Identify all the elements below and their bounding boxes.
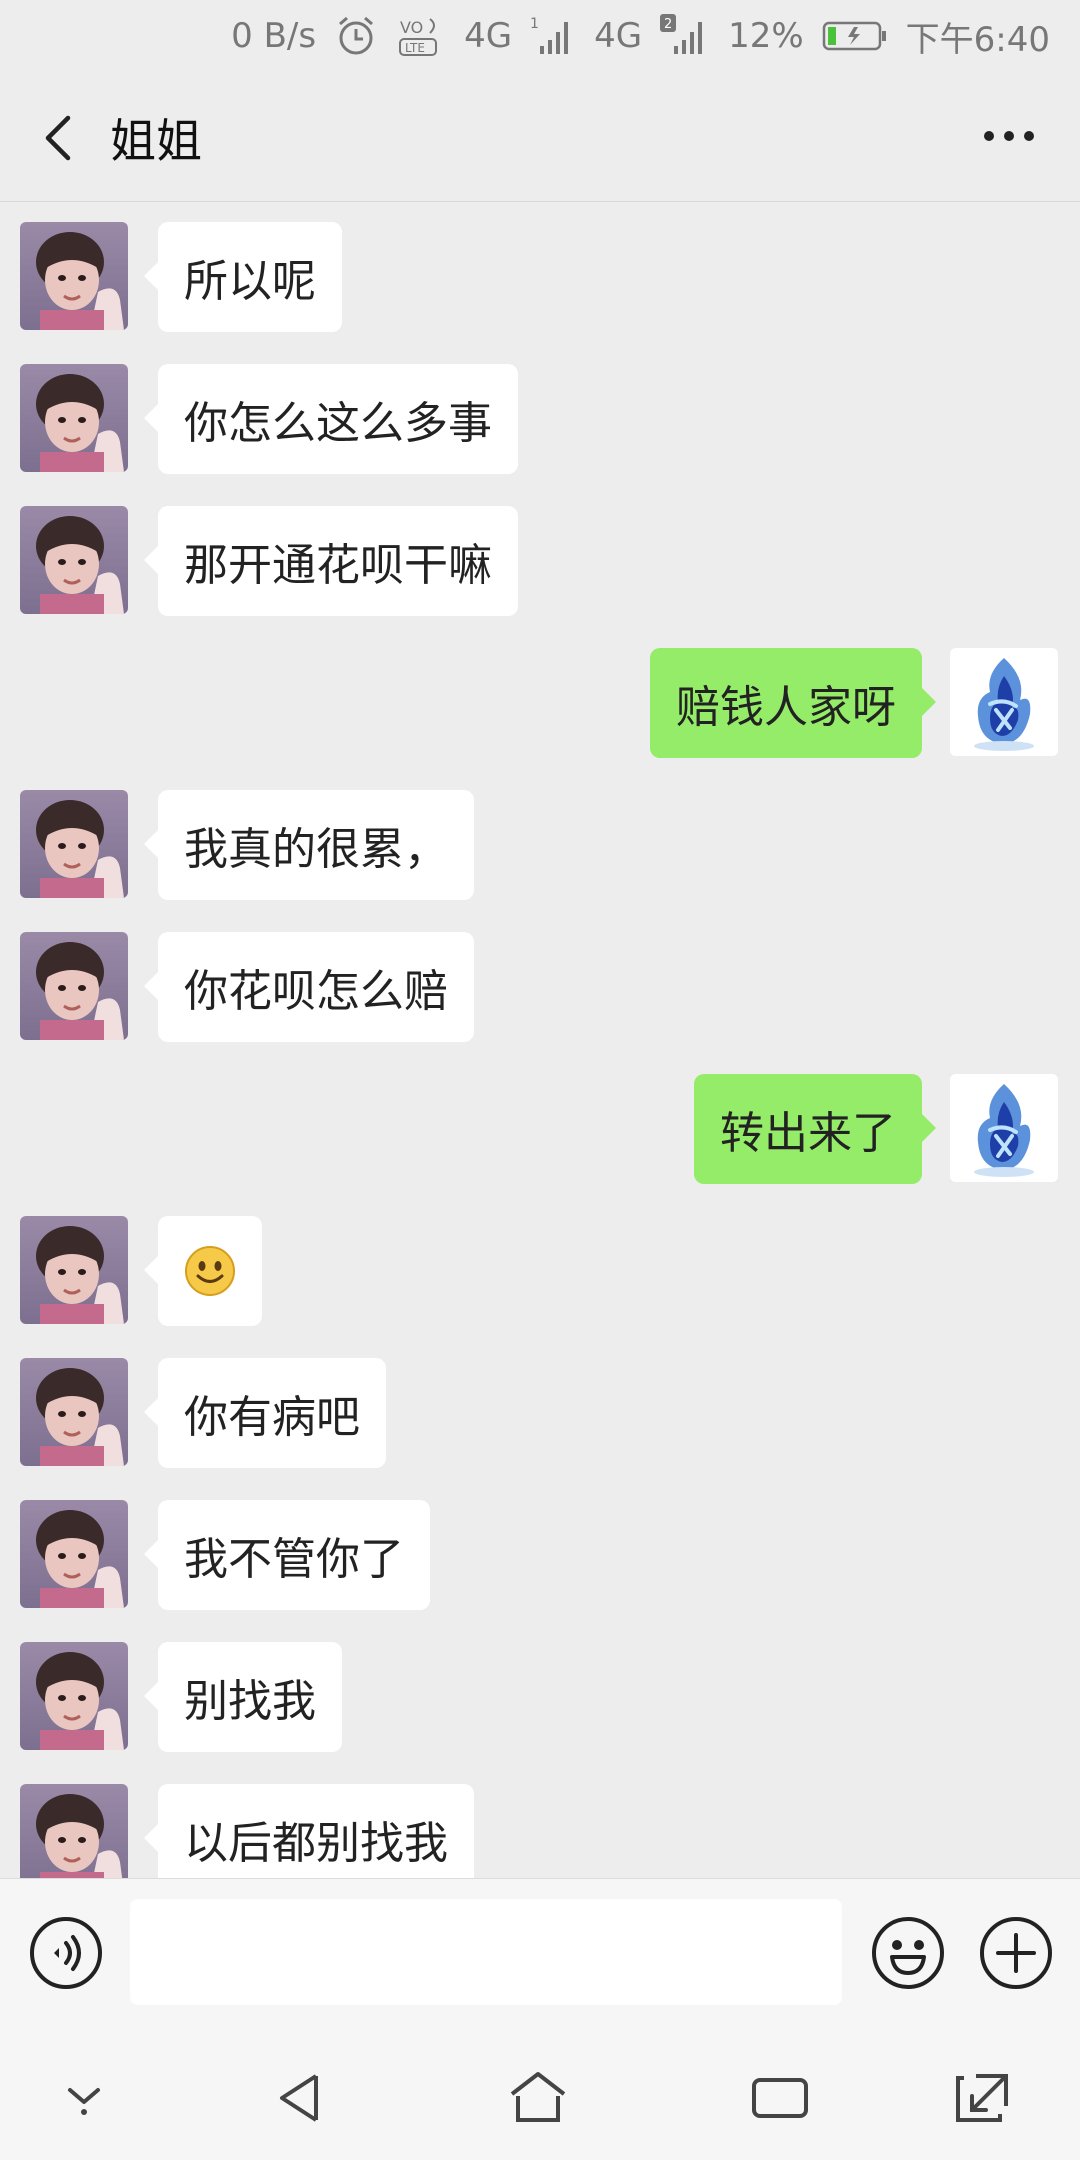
- message-text: 赔钱人家呀: [676, 682, 896, 733]
- incoming-message-bubble[interactable]: 所以呢: [144, 222, 342, 332]
- message-text: 你怎么这么多事: [184, 398, 492, 449]
- contact-avatar[interactable]: [20, 1216, 128, 1324]
- contact-avatar[interactable]: [20, 506, 128, 614]
- message-row-left: 那开通花呗干嘛: [0, 506, 1080, 616]
- contact-avatar[interactable]: [20, 222, 128, 330]
- net-speed: 0 B/s: [231, 16, 317, 56]
- contact-avatar[interactable]: [20, 1500, 128, 1608]
- incoming-message-bubble[interactable]: 我不管你了: [144, 1500, 430, 1610]
- incoming-message-bubble[interactable]: [144, 1216, 262, 1326]
- home-icon[interactable]: [506, 2068, 570, 2128]
- back-triangle-icon[interactable]: [270, 2068, 334, 2128]
- my-avatar[interactable]: [950, 648, 1058, 756]
- message-text: 你有病吧: [184, 1392, 360, 1443]
- message-row-left: 别找我: [0, 1642, 1080, 1752]
- voice-icon[interactable]: [28, 1915, 104, 1991]
- clock: 下午6:40: [905, 19, 1050, 60]
- contact-avatar[interactable]: [20, 1784, 128, 1878]
- network-type-2: 4G: [594, 16, 643, 56]
- chat-header: 姐姐: [0, 72, 1080, 202]
- status-bar: 0 B/s VO LTE 4G 1 4G 2 12% 下午6:40: [0, 0, 1080, 72]
- message-row-left: 我真的很累，: [0, 790, 1080, 900]
- message-row-left: 你怎么这么多事: [0, 364, 1080, 474]
- incoming-message-bubble[interactable]: 你怎么这么多事: [144, 364, 518, 474]
- message-row-right: 赔钱人家呀: [0, 648, 1080, 758]
- network-type-1: 4G: [464, 16, 513, 56]
- rotate-icon[interactable]: [950, 2068, 1014, 2128]
- contact-avatar[interactable]: [20, 790, 128, 898]
- message-row-left: 我不管你了: [0, 1500, 1080, 1610]
- outgoing-message-bubble[interactable]: 赔钱人家呀: [650, 648, 936, 758]
- my-avatar[interactable]: [950, 1074, 1058, 1182]
- message-row-left: 所以呢: [0, 222, 1080, 332]
- hide-nav-icon[interactable]: [52, 2068, 116, 2128]
- message-text: 以后都别找我: [184, 1818, 448, 1869]
- emoji-icon[interactable]: [870, 1915, 946, 1991]
- signal-icon: 2: [660, 14, 710, 58]
- incoming-message-bubble[interactable]: 你有病吧: [144, 1358, 386, 1468]
- message-row-left: 你有病吧: [0, 1358, 1080, 1468]
- contact-avatar[interactable]: [20, 364, 128, 472]
- message-text: 你花呗怎么赔: [184, 966, 448, 1017]
- message-text: 那开通花呗干嘛: [184, 540, 492, 591]
- more-icon[interactable]: [984, 126, 1040, 146]
- svg-text:VO: VO: [400, 18, 423, 37]
- incoming-message-bubble[interactable]: 你花呗怎么赔: [144, 932, 474, 1042]
- message-row-left: 以后都别找我: [0, 1784, 1080, 1878]
- smile-emoji: [185, 1246, 235, 1296]
- message-text: 我真的很累，: [184, 824, 448, 875]
- svg-text:LTE: LTE: [405, 41, 425, 55]
- message-text: 我不管你了: [184, 1534, 404, 1585]
- message-list[interactable]: 所以呢你怎么这么多事 那开通花呗干嘛赔钱人家呀我真的很累， 你花呗怎么赔转出来了你有…: [0, 202, 1080, 1878]
- incoming-message-bubble[interactable]: 我真的很累，: [144, 790, 474, 900]
- chat-title: 姐姐: [110, 114, 202, 168]
- battery-icon: [822, 20, 888, 52]
- alarm-icon: [334, 14, 378, 58]
- message-row-left: [0, 1216, 1080, 1326]
- contact-avatar[interactable]: [20, 1642, 128, 1750]
- sim-2-label: 2: [664, 17, 672, 32]
- message-text: 别找我: [184, 1676, 316, 1727]
- message-row-left: 你花呗怎么赔: [0, 932, 1080, 1042]
- back-icon[interactable]: [38, 112, 78, 164]
- contact-avatar[interactable]: [20, 932, 128, 1040]
- signal-icon: 1: [530, 14, 576, 58]
- volte-icon: VO LTE: [396, 13, 446, 59]
- message-text: 转出来了: [720, 1108, 896, 1159]
- battery-percent: 12%: [728, 16, 804, 56]
- input-bar: [0, 1878, 1080, 2028]
- contact-avatar[interactable]: [20, 1358, 128, 1466]
- incoming-message-bubble[interactable]: 别找我: [144, 1642, 342, 1752]
- sim-1-label: 1: [530, 16, 539, 32]
- outgoing-message-bubble[interactable]: 转出来了: [694, 1074, 936, 1184]
- recents-icon[interactable]: [748, 2068, 812, 2128]
- incoming-message-bubble[interactable]: 以后都别找我: [144, 1784, 474, 1878]
- plus-icon[interactable]: [978, 1915, 1054, 1991]
- message-input[interactable]: [130, 1899, 842, 2005]
- message-text: 所以呢: [184, 256, 316, 307]
- message-row-right: 转出来了: [0, 1074, 1080, 1184]
- system-nav-bar: [0, 2028, 1080, 2160]
- incoming-message-bubble[interactable]: 那开通花呗干嘛: [144, 506, 518, 616]
